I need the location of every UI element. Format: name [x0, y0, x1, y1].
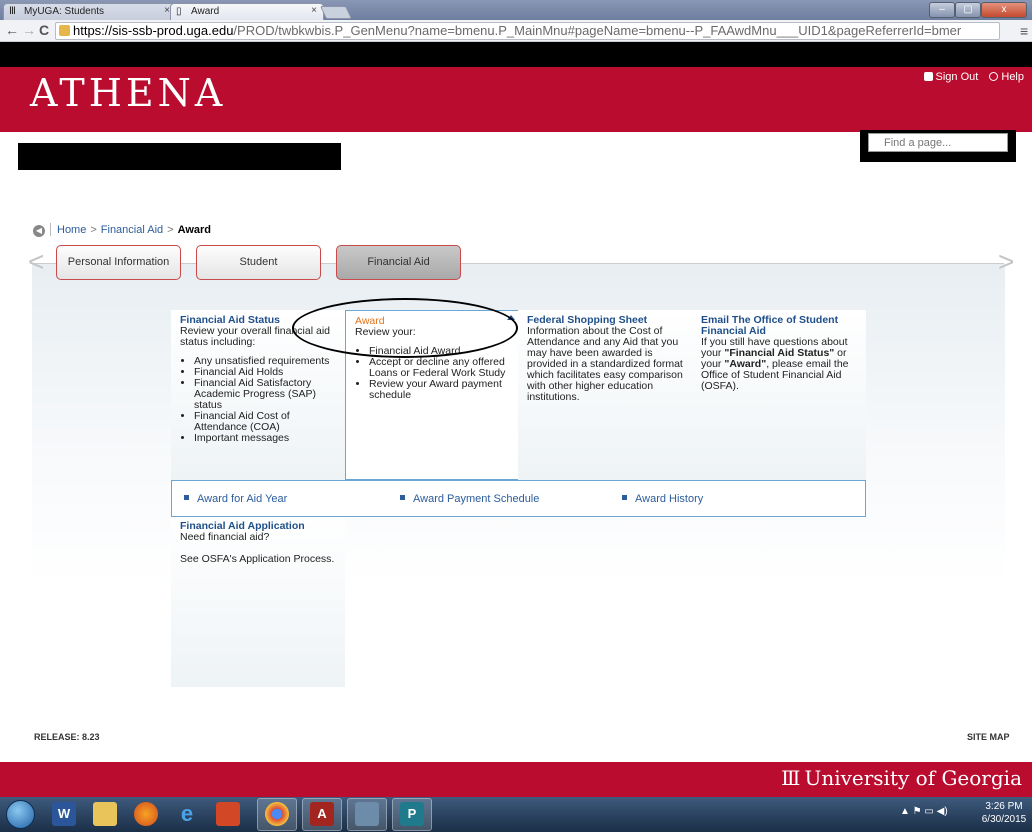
url-host: https://sis-ssb-prod.uga.edu — [73, 23, 234, 38]
top-strip — [0, 42, 1032, 67]
word-icon[interactable]: W — [52, 802, 76, 826]
bullet-icon — [400, 495, 405, 500]
tab-student[interactable]: Student — [196, 245, 321, 280]
bullet-icon — [184, 495, 189, 500]
card-description: If you still have questions about your "… — [701, 337, 857, 392]
sign-out-link[interactable]: Sign Out — [923, 71, 979, 83]
card-financial-aid-application[interactable]: Financial Aid Application Need financial… — [171, 517, 345, 687]
address-bar[interactable]: https://sis-ssb-prod.uga.edu/PROD/twbkwb… — [55, 22, 1000, 40]
clock-time: 3:26 PM — [985, 801, 1023, 812]
breadcrumb-current: Award — [177, 224, 212, 236]
card-list: Any unsatisfied requirements Financial A… — [194, 356, 336, 444]
browser-tab-myuga[interactable]: Ⅲ MyUGA: Students × — [3, 3, 177, 20]
file-explorer-icon[interactable] — [93, 802, 117, 826]
card-link-text[interactable]: See OSFA's Application Process. — [180, 554, 336, 565]
uga-arch-icon: Ⅲ — [9, 6, 16, 17]
list-item: Review your Award payment schedule — [369, 379, 509, 401]
start-button[interactable] — [6, 800, 35, 829]
outlook-icon[interactable] — [216, 802, 240, 826]
find-page-container: ⚲ — [860, 130, 1016, 162]
annotation-ellipse — [292, 298, 518, 358]
browser-tab-title: Award — [191, 6, 220, 17]
release-label: RELEASE: 8.23 — [34, 732, 100, 742]
close-tab-icon[interactable]: × — [311, 5, 317, 16]
windows-taskbar: W e A P ▲ ⚑ ▭ ◀) 3:26 PM 6/30/2015 — [0, 797, 1032, 832]
uga-arch-icon: Ⅲ — [781, 766, 801, 790]
list-item: Financial Aid Cost of Attendance (COA) — [194, 411, 336, 433]
publisher-icon[interactable]: P — [400, 802, 424, 826]
new-tab-button[interactable] — [319, 6, 353, 19]
card-title[interactable]: Email The Office of Student Financial Ai… — [701, 315, 857, 337]
forward-button[interactable]: → — [22, 23, 36, 37]
reload-button[interactable]: C — [39, 23, 49, 37]
card-description: Need financial aid? — [180, 531, 270, 543]
submenu-award-history[interactable]: Award History — [622, 493, 703, 505]
help-icon — [989, 72, 999, 81]
tab-personal-information[interactable]: Personal Information — [56, 245, 181, 280]
card-description: Information about the Cost of Attendance… — [527, 325, 683, 403]
internet-explorer-icon[interactable]: e — [175, 802, 199, 826]
list-item: Financial Aid Satisfactory Academic Prog… — [194, 378, 336, 411]
redacted-user-info — [18, 143, 341, 170]
breadcrumb-separator: > — [90, 224, 97, 236]
submenu-label: Award History — [635, 493, 704, 505]
calculator-icon[interactable] — [355, 802, 379, 826]
browser-tab-award[interactable]: ▯ Award × — [170, 3, 324, 20]
scroll-right-arrow-icon[interactable]: > — [998, 248, 1014, 276]
url-path: /PROD/twbkwbis.P_GenMenu?name=bmenu.P_Ma… — [233, 23, 962, 38]
athena-header: ATHENA Sign Out Help — [0, 67, 1032, 129]
card-federal-shopping-sheet[interactable]: Federal Shopping Sheet Information about… — [518, 310, 692, 480]
system-tray[interactable]: ▲ ⚑ ▭ ◀) — [900, 806, 948, 817]
find-page-input[interactable] — [868, 133, 1008, 152]
firefox-icon[interactable] — [134, 802, 158, 826]
lock-icon — [59, 25, 70, 36]
scroll-left-arrow-icon[interactable]: < — [28, 248, 44, 276]
back-arrow-icon[interactable]: ◀ — [33, 225, 45, 237]
page-icon: ▯ — [176, 6, 182, 17]
acrobat-icon[interactable]: A — [310, 802, 334, 826]
header-links: Sign Out Help — [916, 71, 1024, 83]
submenu-award-for-aid-year[interactable]: Award for Aid Year — [184, 493, 287, 505]
close-window-button[interactable]: x — [981, 2, 1027, 18]
help-link[interactable]: Help — [989, 71, 1024, 83]
uga-logo[interactable]: Ⅲ University of Georgia — [781, 766, 1022, 790]
divider — [50, 223, 51, 236]
submenu-label: Award Payment Schedule — [413, 493, 540, 505]
breadcrumb-separator: > — [167, 224, 174, 236]
card-email-osfa[interactable]: Email The Office of Student Financial Ai… — [692, 310, 866, 480]
list-item: Accept or decline any offered Loans or F… — [369, 357, 509, 379]
site-map-link[interactable]: SITE MAP — [967, 732, 1010, 742]
breadcrumb-home[interactable]: Home — [57, 224, 86, 236]
sign-out-label: Sign Out — [935, 71, 979, 83]
browser-tab-strip: Ⅲ MyUGA: Students × ▯ Award × – ▢ x — [0, 0, 1032, 20]
bullet-icon — [622, 495, 627, 500]
lock-icon — [923, 72, 933, 81]
list-item: Important messages — [194, 433, 336, 444]
minimize-button[interactable]: – — [929, 2, 955, 18]
browser-tab-title: MyUGA: Students — [24, 6, 105, 17]
help-label: Help — [1001, 71, 1024, 83]
footer-banner: Ⅲ University of Georgia — [0, 762, 1032, 797]
back-button[interactable]: ← — [5, 23, 19, 37]
athena-logo[interactable]: ATHENA — [30, 71, 226, 115]
browser-menu-button[interactable]: ≡ — [1020, 23, 1028, 39]
maximize-button[interactable]: ▢ — [955, 2, 981, 18]
browser-toolbar: ← → C https://sis-ssb-prod.uga.edu/PROD/… — [0, 20, 1032, 42]
tab-financial-aid[interactable]: Financial Aid — [336, 245, 461, 280]
breadcrumb-financial-aid[interactable]: Financial Aid — [101, 224, 163, 236]
uga-logo-text: University of Georgia — [804, 766, 1022, 790]
submenu-label: Award for Aid Year — [197, 493, 288, 505]
clock[interactable]: 3:26 PM 6/30/2015 — [980, 800, 1028, 826]
award-submenu: Award for Aid Year Award Payment Schedul… — [171, 480, 866, 517]
clock-date: 6/30/2015 — [981, 814, 1027, 825]
breadcrumb: Home > Financial Aid > Award — [57, 224, 211, 236]
chrome-icon[interactable] — [265, 802, 289, 826]
submenu-award-payment-schedule[interactable]: Award Payment Schedule — [400, 493, 539, 505]
